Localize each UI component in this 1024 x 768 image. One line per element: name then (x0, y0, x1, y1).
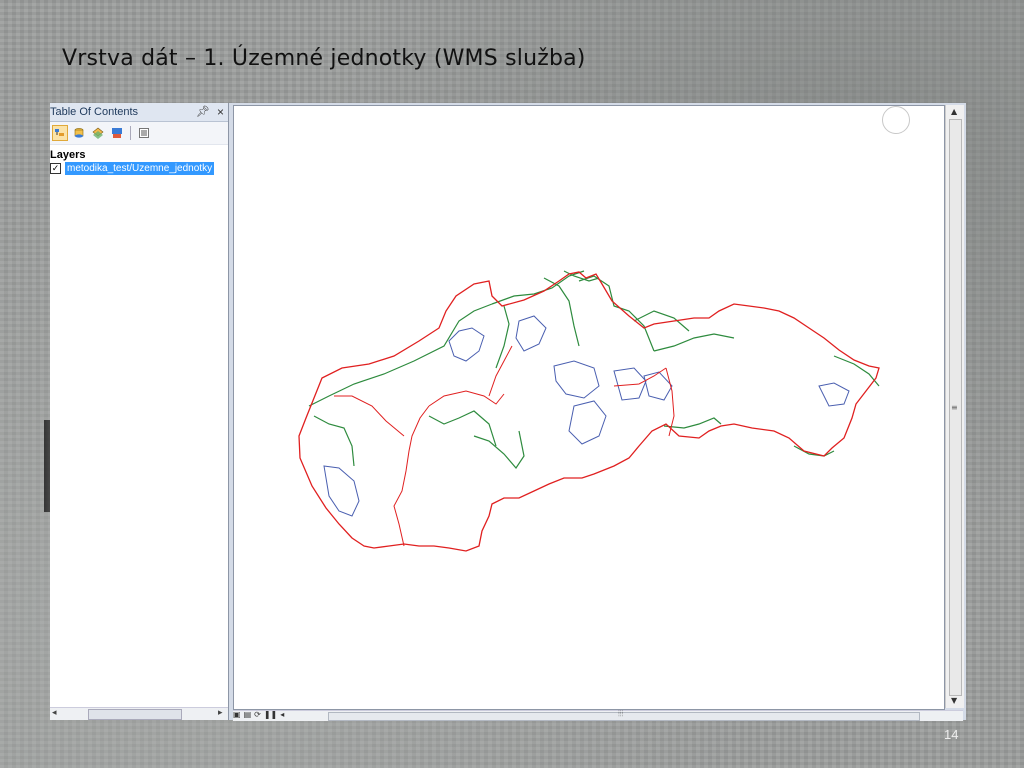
district-boundary (818, 382, 850, 407)
region-boundary (653, 333, 735, 352)
list-by-selection-icon[interactable] (109, 125, 125, 141)
scrollbar-thumb[interactable] (88, 709, 182, 720)
options-icon[interactable] (136, 125, 152, 141)
country-boundary (298, 271, 880, 552)
scroll-left-icon[interactable]: ◂ (280, 710, 284, 719)
region-boundary (313, 415, 355, 467)
horizontal-scrollbar-thumb[interactable] (328, 712, 920, 721)
scroll-left-icon[interactable]: ◂ (52, 707, 57, 718)
region-division (428, 390, 505, 407)
region-division (393, 405, 430, 547)
page-number: 14 (944, 727, 959, 742)
pin-icon[interactable]: 📌︎ (196, 103, 210, 121)
layer-item[interactable]: ✓ metodika_test/Uzemne_jednotky (50, 162, 228, 175)
district-boundary (553, 360, 600, 399)
district-boundary (613, 367, 647, 401)
map-bottom-bar: ▣ ▤ ⟳ ❚❚ ◂ ⦙⦙⦙ (233, 709, 963, 721)
slovakia-boundaries-map (298, 270, 880, 552)
map-view[interactable] (233, 105, 945, 710)
pause-drawing-icon[interactable]: ❚❚ (264, 710, 277, 719)
toc-title: Table Of Contents (50, 106, 139, 118)
list-by-drawing-order-icon[interactable] (52, 125, 68, 141)
refresh-icon[interactable]: ⟳ (254, 710, 261, 719)
region-boundary (578, 275, 655, 352)
toc-horizontal-scrollbar[interactable]: ◂ ▸ (50, 707, 228, 720)
district-boundary (448, 327, 485, 362)
scroll-up-icon[interactable]: ▲ (951, 107, 957, 116)
toolbar-separator (130, 126, 131, 140)
arcmap-window: Table Of Contents 📌︎ × Layers ✓ metodika… (50, 103, 966, 721)
region-boundary (491, 270, 585, 305)
region-boundary (428, 410, 497, 447)
toc-header: Table Of Contents 📌︎ × (50, 103, 228, 122)
table-of-contents-panel: Table Of Contents 📌︎ × Layers ✓ metodika… (50, 103, 229, 720)
region-boundary (633, 310, 690, 332)
view-toggle-toolbar: ▣ ▤ ⟳ ❚❚ ◂ (233, 710, 284, 719)
region-boundary (495, 305, 510, 369)
list-by-visibility-icon[interactable] (90, 125, 106, 141)
district-boundary (568, 400, 607, 445)
district-boundary (515, 315, 547, 352)
map-vertical-scrollbar[interactable]: ▲ ≡ ▼ (945, 105, 964, 708)
toc-toolbar (50, 122, 228, 145)
scroll-right-icon[interactable]: ▸ (218, 707, 223, 718)
close-icon[interactable]: × (217, 103, 224, 121)
scroll-down-icon[interactable]: ▼ (951, 696, 957, 705)
list-by-source-icon[interactable] (71, 125, 87, 141)
layer-name[interactable]: metodika_test/Uzemne_jednotky (65, 162, 215, 175)
map-overlay-circle (882, 106, 910, 134)
district-boundary (323, 465, 360, 517)
layer-visibility-checkbox[interactable]: ✓ (50, 163, 61, 174)
data-view-icon[interactable]: ▣ (233, 710, 241, 719)
region-boundary (473, 430, 525, 469)
layout-view-icon[interactable]: ▤ (244, 710, 252, 719)
layers-group-label[interactable]: Layers (50, 149, 228, 161)
scrollbar-grip-icon: ≡ (951, 403, 958, 412)
region-division (488, 345, 513, 397)
region-boundary (308, 303, 493, 407)
region-division (613, 367, 667, 387)
slide-title: Vrstva dát – 1. Územné jednotky (WMS slu… (62, 46, 586, 71)
scrollbar-grip-icon: ⦙⦙⦙ (618, 709, 624, 718)
